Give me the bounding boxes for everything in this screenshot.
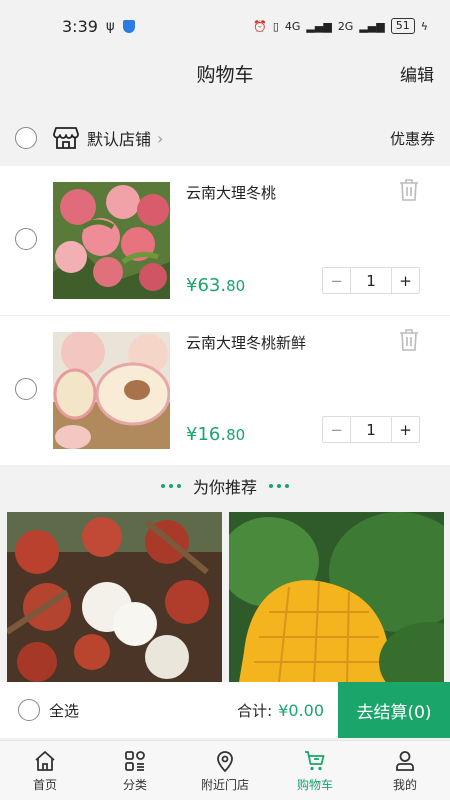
tab-label: 附近门店 [200, 778, 249, 792]
item-price: ¥16.80 [186, 424, 246, 445]
checkout-bar: 全选 合计: ¥0.00 去结算(0) [0, 682, 450, 738]
coupon-button[interactable]: 优惠券 [390, 128, 435, 149]
dots-decoration [160, 484, 181, 488]
net2-label: 2G [337, 19, 354, 33]
tab-label: 分类 [122, 778, 147, 792]
select-all-label[interactable]: 全选 [49, 700, 79, 721]
increase-button[interactable]: + [391, 417, 419, 442]
home-icon [35, 751, 55, 771]
user-icon [396, 751, 414, 771]
tab-label: 首页 [32, 778, 57, 792]
battery-icon: 51 [390, 18, 415, 34]
page-title: 购物车 [196, 64, 254, 86]
tab-nearby-stores[interactable]: 附近门店 [180, 741, 270, 800]
item-select-radio[interactable] [15, 228, 37, 250]
item-select-radio[interactable] [15, 378, 37, 400]
store-row: 默认店铺 › 优惠券 [0, 112, 450, 164]
item-name[interactable]: 云南大理冬桃新鲜 [186, 332, 306, 353]
store-name[interactable]: 默认店铺 [87, 126, 151, 150]
header: 购物车 编辑 [0, 52, 450, 98]
recommend-image-mango[interactable] [229, 512, 444, 682]
usb-icon: ψ [105, 18, 115, 34]
cart-icon [305, 751, 325, 771]
chevron-right-icon[interactable]: › [157, 129, 163, 148]
recommend-image-lychee[interactable] [7, 512, 222, 682]
recommend-title: 为你推荐 [192, 478, 257, 497]
category-icon [125, 751, 145, 771]
tab-profile[interactable]: 我的 [360, 741, 450, 800]
vibrate-icon: ▯ [272, 19, 279, 33]
item-name[interactable]: 云南大理冬桃 [186, 182, 276, 203]
tab-category[interactable]: 分类 [90, 741, 180, 800]
quantity-value[interactable]: 1 [351, 272, 391, 290]
status-time: 3:39 [62, 16, 98, 36]
tab-cart[interactable]: 购物车 [270, 741, 360, 800]
charging-icon: ϟ [420, 19, 428, 33]
item-price: ¥63.80 [186, 275, 246, 296]
trash-icon[interactable] [398, 178, 420, 202]
cart-item: 云南大理冬桃 ¥63.80 − 1 + [0, 166, 450, 316]
tab-bar: 首页 分类 附近门店 购物车 我的 [0, 740, 450, 800]
trash-icon[interactable] [398, 328, 420, 352]
shield-icon [122, 19, 135, 33]
product-image-peaches-cut[interactable] [53, 332, 170, 449]
signal-icon: ▂▄▆ [306, 19, 332, 33]
checkout-button[interactable]: 去结算(0) [338, 682, 450, 738]
location-icon [217, 751, 233, 773]
edit-button[interactable]: 编辑 [400, 61, 434, 86]
product-image-peaches[interactable] [53, 182, 170, 299]
quantity-value[interactable]: 1 [351, 421, 391, 439]
store-select-radio[interactable] [15, 127, 37, 149]
dots-decoration [269, 484, 289, 488]
total-value: ¥0.00 [278, 700, 324, 720]
alarm-icon: ⏰ [253, 19, 267, 33]
status-bar: 3:39 ψ ⏰ ▯ 4G ▂▄▆ 2G ▂▄▆ 51 ϟ [0, 0, 450, 52]
signal-icon: ▂▄▆ [359, 19, 385, 33]
tab-label: 购物车 [296, 778, 333, 792]
quantity-stepper: − 1 + [322, 267, 420, 294]
cart-item: 云南大理冬桃新鲜 ¥16.80 − 1 + [0, 315, 450, 465]
tab-label: 我的 [392, 778, 417, 792]
total-label: 合计: [237, 701, 273, 720]
net1-label: 4G [284, 19, 301, 33]
select-all-radio[interactable] [18, 699, 40, 721]
decrease-button[interactable]: − [323, 268, 351, 293]
increase-button[interactable]: + [391, 268, 419, 293]
recommend-header: 为你推荐 [0, 466, 450, 506]
tab-home[interactable]: 首页 [0, 741, 90, 800]
quantity-stepper: − 1 + [322, 416, 420, 443]
decrease-button[interactable]: − [323, 417, 351, 442]
store-icon [53, 127, 79, 149]
